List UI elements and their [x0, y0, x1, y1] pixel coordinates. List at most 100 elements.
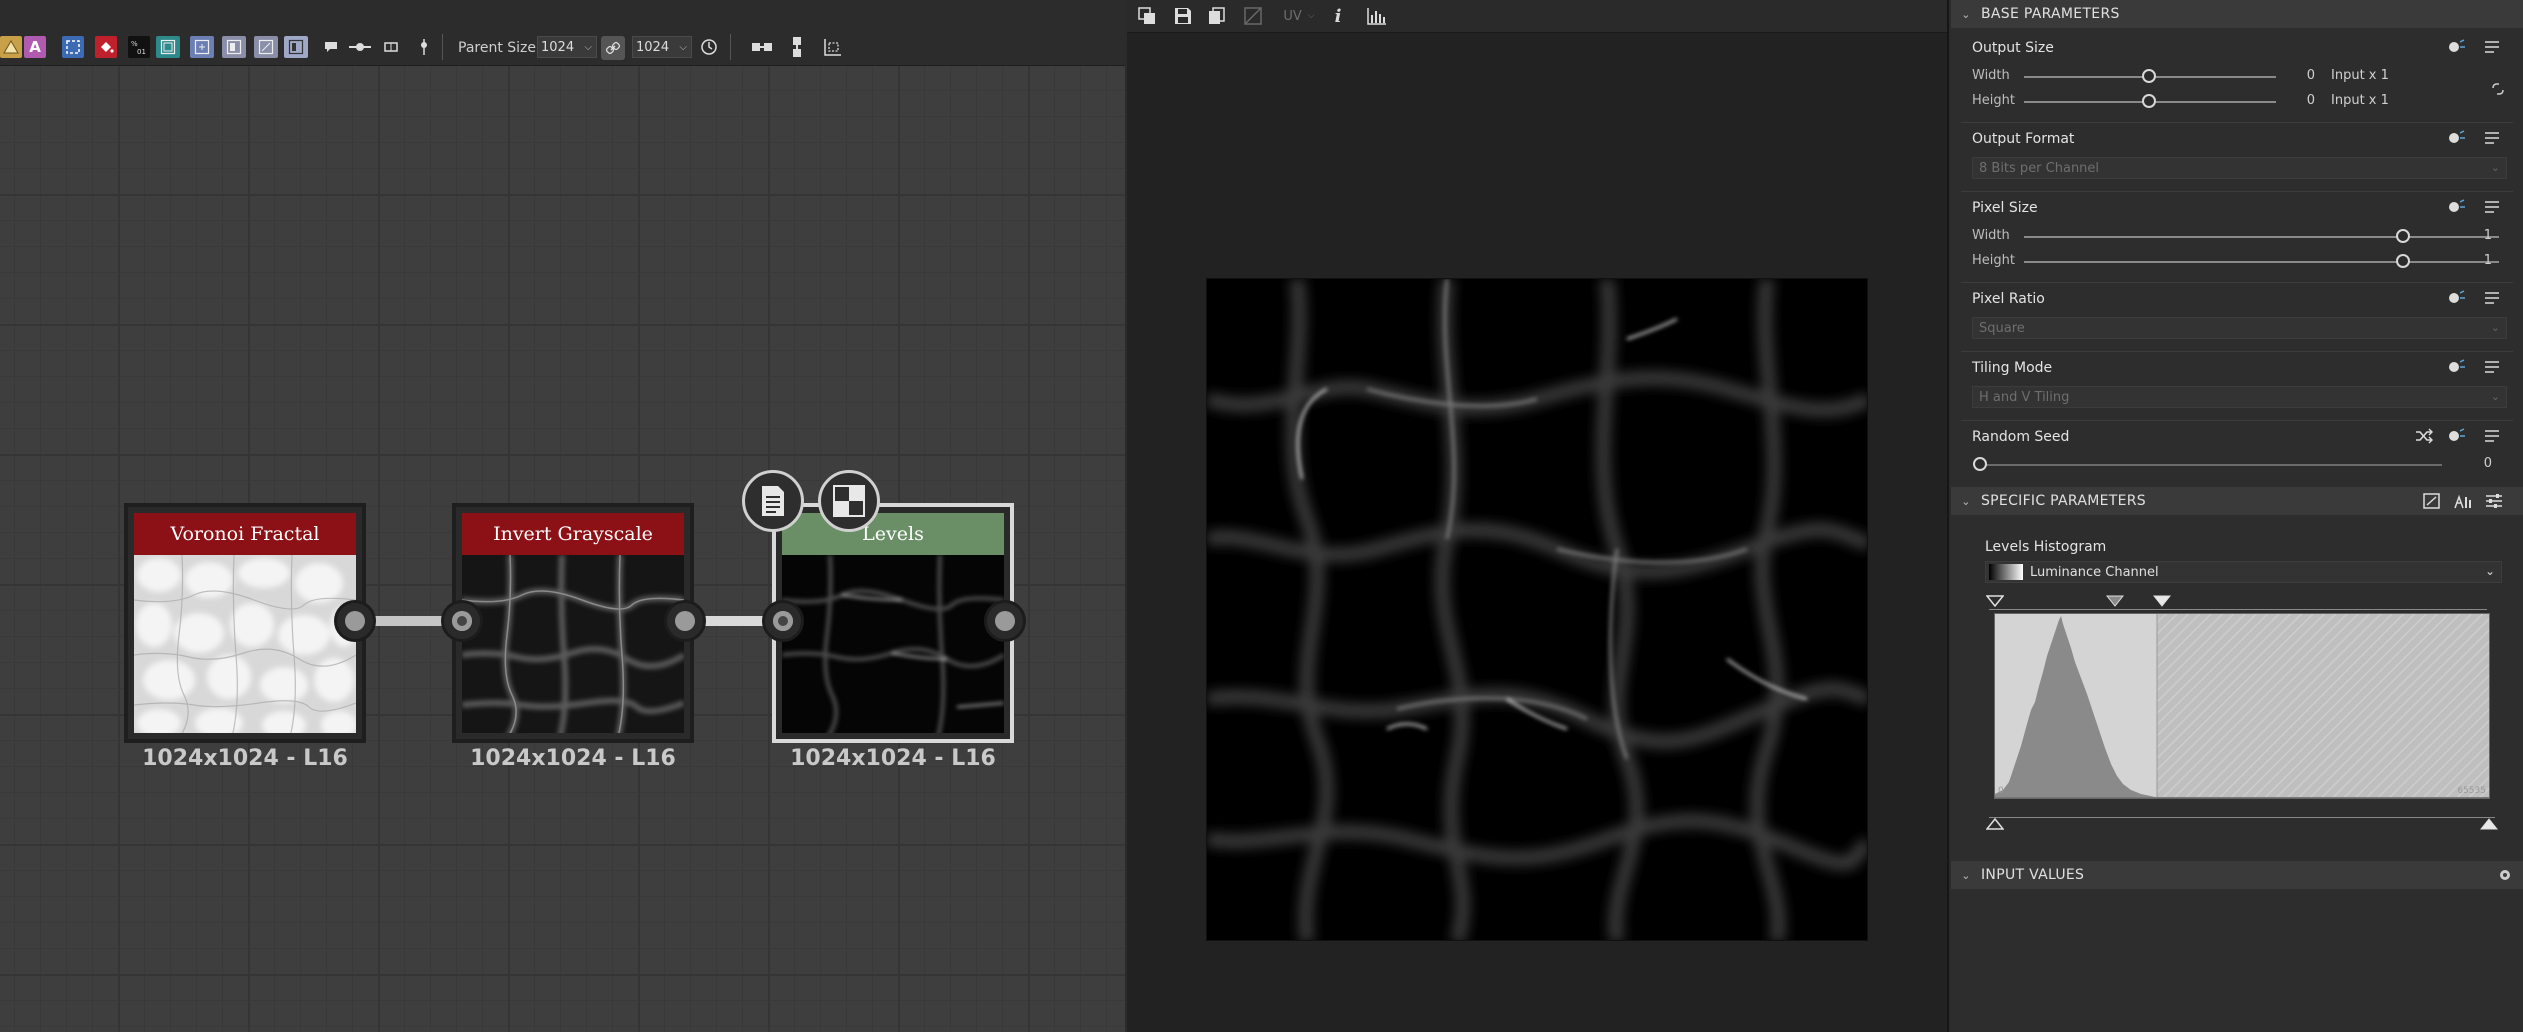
duplicate-icon[interactable] — [1205, 4, 1229, 28]
chevron-down-icon: ⌄ — [1961, 7, 1971, 21]
node-icon-4[interactable] — [254, 36, 278, 58]
channel-dropdown[interactable]: Luminance Channel ⌄ — [1985, 561, 2502, 583]
link-size-icon[interactable] — [601, 36, 625, 60]
info-button[interactable]: i — [1327, 4, 1349, 28]
properties-panel: ⌄ BASE PARAMETERS Output Size Width 0 In… — [1951, 0, 2523, 1032]
settings-sliders-icon[interactable] — [2483, 492, 2505, 510]
chevron-down-icon: ⌄ — [1961, 494, 1971, 508]
tiling-mode-dropdown[interactable]: H and V Tiling ⌄ — [1972, 386, 2507, 408]
slider-knob[interactable] — [1973, 457, 1987, 471]
expose-parameter-icon[interactable] — [2445, 289, 2467, 307]
expose-parameter-icon[interactable] — [2445, 129, 2467, 147]
menu-icon[interactable] — [2481, 198, 2503, 216]
node-title: Invert Grayscale — [462, 513, 684, 555]
pin-align-icon[interactable] — [378, 34, 404, 60]
separator — [1961, 420, 2513, 421]
align-horizontal-icon[interactable] — [749, 34, 775, 60]
node-icon-3[interactable] — [222, 36, 246, 58]
histogram-view[interactable]: 0 65535 — [1994, 613, 2490, 799]
node-info-button[interactable] — [742, 470, 804, 532]
slider-knob[interactable] — [2396, 254, 2410, 268]
compare-icon[interactable] — [1241, 4, 1265, 28]
specific-parameters-header[interactable]: ⌄ SPECIFIC PARAMETERS — [1951, 487, 2523, 515]
link-icon[interactable] — [2487, 80, 2509, 98]
parent-height-dropdown[interactable]: 1024 ⌵ — [632, 36, 692, 58]
expose-parameter-icon[interactable] — [2445, 358, 2467, 376]
input-white-marker[interactable] — [2152, 595, 2172, 611]
slider-knob[interactable] — [2142, 94, 2156, 108]
info-label: i — [1334, 5, 1342, 27]
input-port[interactable] — [441, 600, 483, 642]
input-gamma-marker[interactable] — [2105, 595, 2125, 611]
node-preview-button[interactable] — [818, 470, 880, 532]
pixel-ratio-label: Pixel Ratio — [1972, 291, 2045, 307]
node-voronoi-fractal[interactable]: Voronoi Fractal — [124, 503, 366, 743]
node-icon-5[interactable] — [284, 36, 308, 58]
reset-size-icon[interactable] — [696, 34, 722, 60]
output-port[interactable] — [984, 600, 1026, 642]
node-invert-grayscale[interactable]: Invert Grayscale — [452, 503, 694, 743]
gradient-swatch-icon — [1989, 564, 2023, 580]
output-port[interactable] — [664, 600, 706, 642]
output-white-marker[interactable] — [2479, 818, 2499, 834]
histogram-icon[interactable] — [1365, 4, 1389, 28]
node-icon-1[interactable] — [156, 36, 180, 58]
expose-parameter-icon[interactable] — [2445, 198, 2467, 216]
align-vertical-icon[interactable] — [784, 34, 810, 60]
chevron-down-icon: ⌄ — [1961, 868, 1971, 882]
text-icon[interactable]: A — [24, 36, 46, 58]
warning-icon[interactable] — [0, 36, 22, 58]
input-black-marker[interactable] — [1985, 595, 2005, 611]
pixel-height-slider[interactable] — [2024, 261, 2499, 263]
output-height-value: 0 — [2306, 93, 2315, 108]
pixel-width-slider[interactable] — [2024, 236, 2499, 238]
pin-icon[interactable] — [347, 34, 373, 60]
node-levels[interactable]: Levels — [772, 503, 1014, 743]
copy-view-icon[interactable] — [1135, 4, 1159, 28]
output-width-label: Width — [1972, 68, 2010, 83]
histogram-max-label: 65535 — [2457, 786, 2486, 796]
output-format-dropdown[interactable]: 8 Bits per Channel ⌄ — [1972, 157, 2507, 179]
gear-icon[interactable] — [2494, 866, 2516, 884]
menu-icon[interactable] — [2481, 427, 2503, 445]
menu-icon[interactable] — [2481, 38, 2503, 56]
node-caption: 1024x1024 - L16 — [790, 746, 996, 771]
specific-parameters-title: SPECIFIC PARAMETERS — [1981, 493, 2146, 509]
menu-icon[interactable] — [2481, 358, 2503, 376]
seed-icon[interactable]: % 01 — [128, 36, 150, 58]
uv-toggle[interactable]: UV ⌵ — [1275, 4, 1323, 28]
parent-width-dropdown[interactable]: 1024 ⌵ — [537, 36, 597, 58]
tiling-mode-value: H and V Tiling — [1979, 389, 2070, 405]
expose-parameter-icon[interactable] — [2445, 38, 2467, 56]
output-black-marker[interactable] — [1985, 817, 2005, 834]
save-icon[interactable] — [1171, 4, 1195, 28]
menu-icon[interactable] — [2481, 289, 2503, 307]
pixel-ratio-dropdown[interactable]: Square ⌄ — [1972, 317, 2507, 339]
output-size-label: Output Size — [1972, 40, 2054, 56]
frame-icon[interactable] — [62, 36, 84, 58]
texture-preview[interactable] — [1206, 278, 1868, 941]
output-height-mode[interactable]: Input x 1 — [2331, 93, 2403, 108]
node-icon-2[interactable] — [190, 36, 214, 58]
graph-edit-icon[interactable] — [2421, 492, 2443, 510]
slider-knob[interactable] — [2396, 229, 2410, 243]
paint-bucket-icon[interactable] — [95, 36, 117, 58]
menu-icon[interactable] — [2481, 129, 2503, 147]
base-parameters-header[interactable]: ⌄ BASE PARAMETERS — [1951, 0, 2523, 28]
shuffle-icon[interactable] — [2413, 427, 2435, 445]
expose-parameter-icon[interactable] — [2445, 427, 2467, 445]
output-port[interactable] — [334, 600, 376, 642]
graph-panel: A % 01 Parent Size: 1024 ⌵ 1024 ⌵ Vorono… — [0, 0, 1125, 1032]
auto-levels-icon[interactable] — [2453, 492, 2475, 510]
pin-vertical-icon[interactable] — [411, 34, 437, 60]
input-values-header[interactable]: ⌄ INPUT VALUES — [1951, 861, 2523, 889]
chevron-down-icon: ⌄ — [2490, 161, 2500, 174]
toolbar-divider — [730, 34, 731, 60]
comment-icon[interactable] — [318, 34, 344, 60]
histogram-min-label: 0 — [1998, 786, 2004, 796]
slider-knob[interactable] — [2142, 69, 2156, 83]
snap-grid-icon[interactable] — [820, 34, 846, 60]
output-width-mode[interactable]: Input x 1 — [2331, 68, 2403, 83]
random-seed-slider[interactable] — [1982, 464, 2442, 466]
input-port[interactable] — [762, 600, 804, 642]
